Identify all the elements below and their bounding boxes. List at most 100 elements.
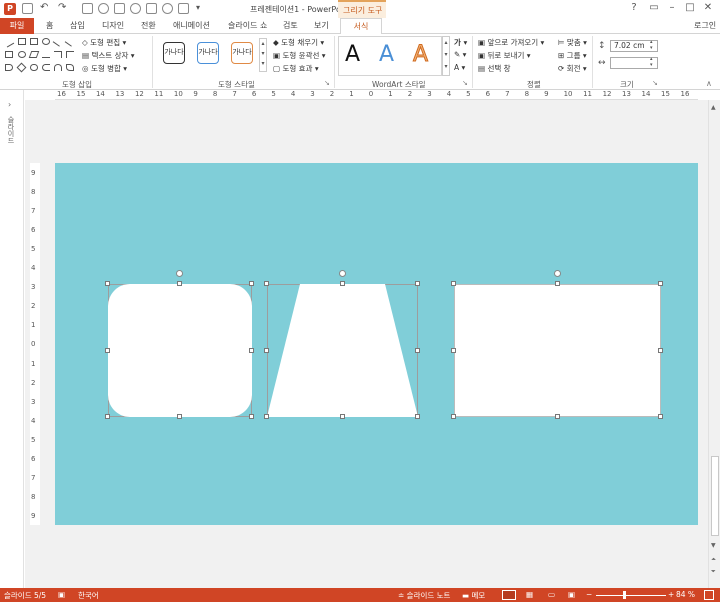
align-button[interactable]: ⊨ 맞춤 ▾	[558, 37, 587, 48]
edit-shape-button[interactable]: ◇ 도형 편집 ▾	[82, 37, 126, 48]
resize-handle[interactable]	[105, 414, 110, 419]
shape-star-icon[interactable]	[16, 62, 27, 73]
reading-view-icon[interactable]: ▭	[548, 590, 555, 599]
shape-freeform-icon[interactable]	[66, 64, 74, 71]
resize-handle[interactable]	[105, 281, 110, 286]
shape-oval2-icon[interactable]	[18, 51, 26, 58]
wordart-gallery-scroll[interactable]: ▴ ▾ ▾	[442, 36, 450, 76]
resize-handle[interactable]	[249, 347, 254, 353]
vertical-scrollbar[interactable]: ▲ ▼ ⏶ ⏷	[708, 100, 720, 588]
spelling-icon[interactable]: ▣	[58, 590, 65, 599]
zoom-out-icon[interactable]: −	[586, 590, 592, 599]
language-indicator[interactable]: 한국어	[78, 590, 99, 601]
qat-shape-icon-7[interactable]	[178, 3, 189, 14]
next-slide-icon[interactable]: ⏷	[711, 568, 716, 576]
shape-elbow2-icon[interactable]	[66, 51, 74, 58]
trapezoid-shape[interactable]	[267, 284, 418, 417]
qat-shape-icon-5[interactable]	[146, 3, 157, 14]
bring-forward-button[interactable]: ▣ 앞으로 가져오기 ▾	[478, 37, 544, 48]
wordart-dialog-launcher-icon[interactable]: ↘	[462, 79, 468, 87]
qat-shape-icon-3[interactable]	[114, 3, 125, 14]
shape-arrow-icon[interactable]	[5, 64, 13, 71]
collapse-ribbon-icon[interactable]: ∧	[706, 79, 712, 88]
resize-handle[interactable]	[105, 347, 110, 353]
resize-handle[interactable]	[339, 281, 345, 286]
resize-handle[interactable]	[249, 414, 254, 419]
qat-shape-icon-6[interactable]	[162, 3, 173, 14]
rotate-button[interactable]: ⟳ 회전 ▾	[558, 63, 587, 74]
zoom-slider[interactable]	[596, 595, 666, 596]
tab-home[interactable]: 홈	[46, 20, 53, 34]
zoom-in-icon[interactable]: +	[668, 590, 674, 599]
zoom-slider-thumb[interactable]	[623, 591, 626, 599]
comments-button[interactable]: ▬ 메모	[462, 590, 485, 601]
text-fill-icon[interactable]: 가 ▾	[454, 37, 467, 48]
help-icon[interactable]: ?	[628, 3, 640, 14]
text-outline-icon[interactable]: ✎ ▾	[454, 50, 466, 59]
shape-style-gallery-scroll[interactable]: ▴ ▾ ▾	[259, 38, 267, 72]
resize-handle[interactable]	[264, 414, 269, 419]
expand-pane-icon[interactable]: ›	[8, 100, 11, 109]
fit-slide-icon[interactable]	[704, 590, 714, 600]
resize-handle[interactable]	[554, 414, 560, 419]
resize-handle[interactable]	[339, 414, 345, 419]
shape-effects-button[interactable]: ▢ 도형 효과 ▾	[273, 63, 319, 74]
tab-animations[interactable]: 애니메이션	[173, 20, 210, 34]
save-icon[interactable]	[22, 3, 33, 14]
shape-line3-icon[interactable]	[64, 36, 76, 47]
text-box-button[interactable]: ▤ 텍스트 상자 ▾	[82, 50, 135, 61]
slide-sorter-icon[interactable]: ▦	[526, 590, 533, 599]
tab-design[interactable]: 디자인	[102, 20, 124, 34]
tab-slideshow[interactable]: 슬라이드 쇼	[228, 20, 267, 34]
shape-rect-icon[interactable]	[30, 38, 38, 45]
resize-handle[interactable]	[658, 347, 663, 353]
zoom-level[interactable]: 84 %	[676, 590, 695, 599]
shape-line2-icon[interactable]	[52, 36, 64, 47]
selection-pane-button[interactable]: ▤ 선택 창	[478, 63, 511, 74]
shape-outline-button[interactable]: ▣ 도형 윤곽선 ▾	[273, 50, 326, 61]
rounded-rectangle-shape[interactable]	[108, 284, 252, 417]
height-spinner-icon[interactable]: ▴ ▾	[650, 39, 653, 51]
qat-shape-icon-4[interactable]	[130, 3, 141, 14]
scroll-thumb[interactable]	[711, 456, 719, 536]
redo-icon[interactable]: ↷	[58, 3, 69, 14]
shape-styles-dialog-launcher-icon[interactable]: ↘	[324, 79, 330, 87]
shape-style-1[interactable]: 가나다	[163, 42, 185, 64]
shape-line-icon[interactable]	[3, 37, 15, 48]
previous-slide-icon[interactable]: ⏶	[711, 556, 716, 564]
shape-style-3[interactable]: 가나다	[231, 42, 253, 64]
minimize-icon[interactable]: –	[666, 3, 678, 14]
resize-handle[interactable]	[177, 414, 182, 419]
resize-handle[interactable]	[451, 281, 456, 286]
resize-handle[interactable]	[249, 281, 254, 286]
slideshow-view-icon[interactable]: ▣	[568, 590, 575, 599]
scroll-down-icon[interactable]: ▼	[711, 542, 716, 549]
merge-shapes-button[interactable]: ◎ 도형 병합 ▾	[82, 63, 127, 74]
slide-canvas[interactable]	[55, 163, 698, 525]
tab-insert[interactable]: 삽입	[70, 20, 85, 34]
group-button[interactable]: ⊞ 그룹 ▾	[558, 50, 587, 61]
undo-icon[interactable]: ↶	[40, 3, 51, 14]
close-icon[interactable]: ✕	[702, 3, 714, 14]
qat-customize-icon[interactable]: ▾	[196, 3, 200, 12]
resize-handle[interactable]	[415, 414, 420, 419]
wordart-gallery[interactable]: A A A	[338, 36, 442, 76]
resize-handle[interactable]	[415, 347, 420, 353]
tab-view[interactable]: 보기	[314, 20, 329, 34]
shape-line4-icon[interactable]	[42, 51, 50, 58]
rectangle-shape[interactable]	[454, 284, 661, 417]
shape-brace-icon[interactable]	[42, 64, 50, 71]
resize-handle[interactable]	[554, 281, 560, 286]
maximize-icon[interactable]: □	[684, 3, 696, 14]
wordart-style-blue[interactable]: A	[379, 42, 394, 68]
thumbnails-label[interactable]: 슬라이드	[6, 116, 16, 144]
width-spinner-icon[interactable]: ▴ ▾	[650, 56, 653, 68]
shape-oval-icon[interactable]	[42, 38, 50, 45]
tab-review[interactable]: 검토	[283, 20, 298, 34]
qat-shape-icon-1[interactable]	[82, 3, 93, 14]
tab-file[interactable]: 파일	[0, 18, 34, 34]
shape-fill-button[interactable]: ◆ 도형 채우기 ▾	[273, 37, 324, 48]
rotation-handle[interactable]	[553, 270, 561, 277]
rotation-handle[interactable]	[338, 270, 346, 277]
qat-shape-icon-2[interactable]	[98, 3, 109, 14]
